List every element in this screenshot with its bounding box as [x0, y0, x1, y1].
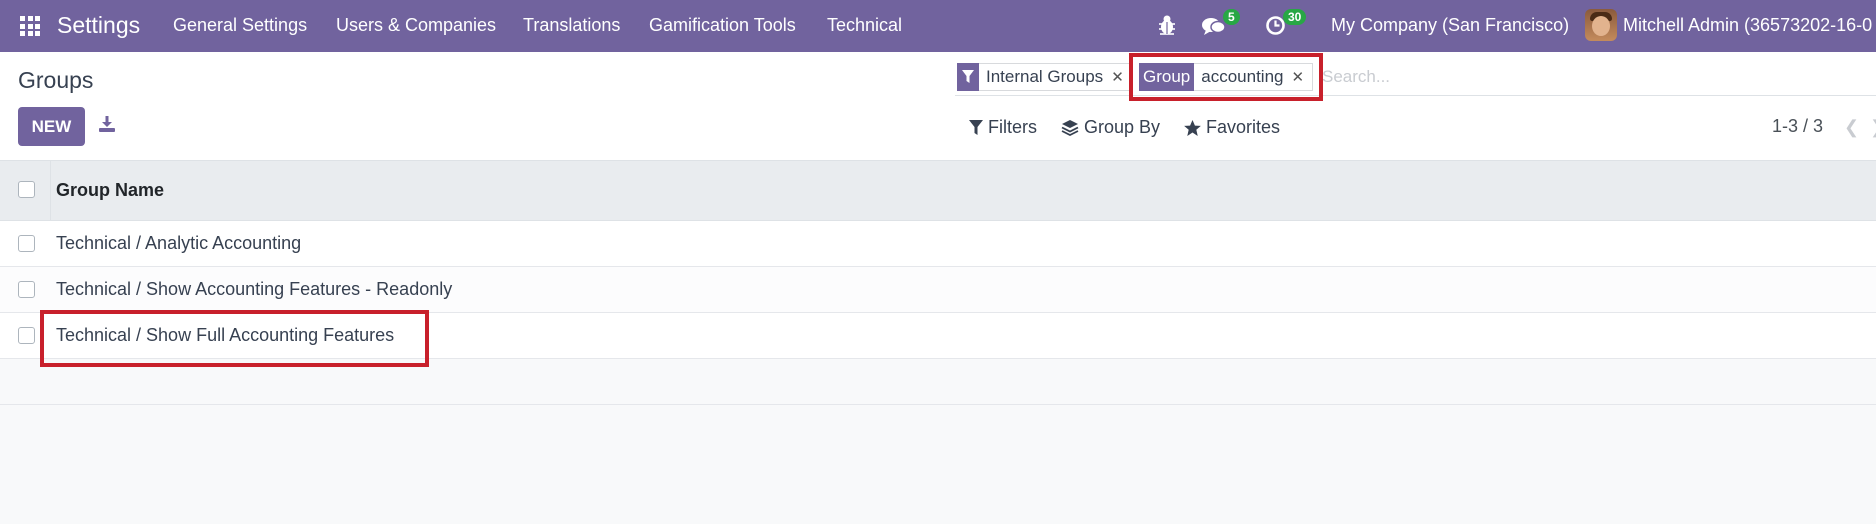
row-checkbox[interactable] — [18, 235, 35, 252]
menu-gamification-tools[interactable]: Gamification Tools — [649, 15, 796, 36]
filters-label: Filters — [988, 117, 1037, 137]
highlight-box-facet — [1129, 53, 1323, 101]
column-divider — [50, 160, 51, 221]
company-switcher[interactable]: My Company (San Francisco) — [1331, 15, 1569, 36]
menu-technical[interactable]: Technical — [827, 15, 902, 36]
favorites-label: Favorites — [1206, 117, 1281, 137]
pager-next-icon[interactable]: ❯ — [1870, 117, 1876, 138]
remove-facet-icon[interactable]: ✕ — [1111, 68, 1124, 86]
table-row[interactable]: Technical / Analytic Accounting — [0, 221, 1876, 267]
row-group-name[interactable]: Technical / Analytic Accounting — [56, 233, 301, 254]
favorites-toggle[interactable]: Favorites — [1184, 117, 1280, 138]
group-by-label: Group By — [1084, 117, 1161, 137]
menu-users-companies[interactable]: Users & Companies — [336, 15, 496, 36]
row-group-name[interactable]: Technical / Show Accounting Features - R… — [56, 279, 452, 300]
star-icon — [1184, 119, 1201, 136]
select-all-checkbox[interactable] — [18, 181, 35, 198]
export-download-icon[interactable] — [98, 115, 116, 133]
messages-badge: 5 — [1223, 9, 1240, 25]
row-checkbox[interactable] — [18, 281, 35, 298]
user-menu[interactable]: Mitchell Admin (36573202-16-0 — [1623, 15, 1872, 36]
filter-icon — [969, 119, 983, 135]
table-row[interactable]: Technical / Show Accounting Features - R… — [0, 267, 1876, 313]
apps-menu-icon[interactable] — [20, 16, 40, 36]
menu-general-settings[interactable]: General Settings — [173, 15, 307, 36]
page-title: Groups — [18, 67, 94, 93]
search-input[interactable] — [1322, 63, 1842, 91]
pager-previous-icon[interactable]: ❮ — [1844, 117, 1859, 138]
new-button[interactable]: NEW — [18, 107, 85, 146]
facet-internal-groups: Internal Groups ✕ — [957, 63, 1133, 91]
bug-icon[interactable] — [1157, 14, 1177, 36]
app-brand[interactable]: Settings — [57, 12, 140, 39]
layers-icon — [1061, 120, 1079, 136]
facet-value: Internal Groups — [986, 67, 1104, 86]
user-avatar[interactable] — [1585, 9, 1617, 41]
group-by-toggle[interactable]: Group By — [1061, 117, 1160, 138]
table-header — [0, 160, 1876, 221]
activities-badge: 30 — [1283, 9, 1307, 25]
filter-icon — [957, 63, 979, 91]
highlight-box-row — [40, 310, 429, 367]
top-navbar: Settings General Settings Users & Compan… — [0, 0, 1876, 52]
row-checkbox[interactable] — [18, 327, 35, 344]
pager-value[interactable]: 1-3 / 3 — [1772, 116, 1823, 137]
filters-toggle[interactable]: Filters — [969, 117, 1037, 138]
column-header-group-name[interactable]: Group Name — [56, 180, 164, 201]
menu-translations[interactable]: Translations — [523, 15, 620, 36]
